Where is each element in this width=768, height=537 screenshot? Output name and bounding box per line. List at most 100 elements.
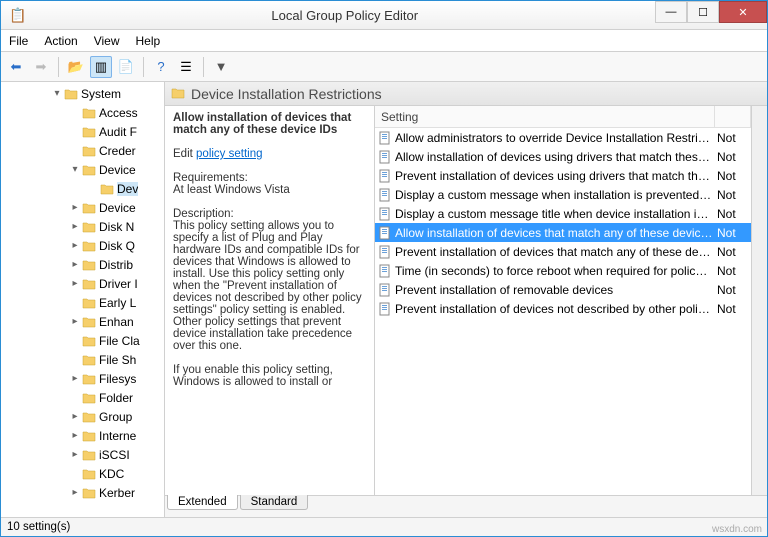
menu-file[interactable]: File bbox=[9, 34, 28, 48]
tree-item[interactable]: File Cla bbox=[1, 331, 164, 350]
tree-item[interactable]: ▸Device bbox=[1, 198, 164, 217]
tree-item[interactable]: Creder bbox=[1, 141, 164, 160]
policy-icon bbox=[375, 169, 395, 183]
expand-icon[interactable]: ▸ bbox=[69, 278, 81, 289]
policy-setting-link[interactable]: policy setting bbox=[196, 148, 262, 160]
expand-icon[interactable]: ▸ bbox=[69, 240, 81, 251]
description-label: Description: bbox=[173, 208, 234, 220]
list-row[interactable]: Display a custom message when installati… bbox=[375, 185, 751, 204]
tree-item-label: Enhan bbox=[99, 315, 134, 329]
list-row[interactable]: Allow installation of devices using driv… bbox=[375, 147, 751, 166]
folder-icon bbox=[81, 202, 97, 214]
expand-icon[interactable]: ▸ bbox=[69, 449, 81, 460]
folder-icon bbox=[81, 487, 97, 499]
tree-item-label: Folder bbox=[99, 391, 133, 405]
list-row[interactable]: Display a custom message title when devi… bbox=[375, 204, 751, 223]
expand-icon[interactable]: ▸ bbox=[69, 373, 81, 384]
window-title: Local Group Policy Editor bbox=[34, 8, 655, 23]
list-row[interactable]: Prevent installation of devices using dr… bbox=[375, 166, 751, 185]
tree-item[interactable]: File Sh bbox=[1, 350, 164, 369]
expand-icon[interactable]: ▾ bbox=[69, 164, 81, 175]
up-button[interactable]: 📂 bbox=[65, 56, 87, 78]
list-row[interactable]: Allow installation of devices that match… bbox=[375, 223, 751, 242]
setting-name: Allow administrators to override Device … bbox=[395, 131, 717, 145]
policy-icon bbox=[375, 188, 395, 202]
tree-item[interactable]: ▸Driver I bbox=[1, 274, 164, 293]
close-button[interactable]: ✕ bbox=[719, 1, 767, 23]
tree-item[interactable]: ▸Kerber bbox=[1, 483, 164, 502]
folder-icon bbox=[81, 126, 97, 138]
tree-item[interactable]: ▸ iSCSI bbox=[1, 445, 164, 464]
tree-item[interactable]: ▸Disk N bbox=[1, 217, 164, 236]
tabs: Extended Standard bbox=[165, 495, 767, 517]
menu-help[interactable]: Help bbox=[136, 34, 161, 48]
tree-item[interactable]: Early L bbox=[1, 293, 164, 312]
column-setting[interactable]: Setting bbox=[375, 106, 715, 127]
tree-item[interactable]: ▸Disk Q bbox=[1, 236, 164, 255]
tree-item[interactable]: ▸ Distrib bbox=[1, 255, 164, 274]
list-row[interactable]: Prevent installation of devices that mat… bbox=[375, 242, 751, 261]
scrollbar[interactable] bbox=[751, 106, 767, 495]
list-body[interactable]: Allow administrators to override Device … bbox=[375, 128, 751, 318]
menu-view[interactable]: View bbox=[94, 34, 120, 48]
back-button[interactable]: ⬅ bbox=[5, 56, 27, 78]
tree-item-label: Distrib bbox=[99, 258, 133, 272]
list-row[interactable]: Time (in seconds) to force reboot when r… bbox=[375, 261, 751, 280]
list-row[interactable]: Allow administrators to override Device … bbox=[375, 128, 751, 147]
tree-item[interactable]: Audit F bbox=[1, 122, 164, 141]
settings-list: Setting Allow administrators to override… bbox=[375, 106, 751, 495]
export-button[interactable]: 📄 bbox=[115, 56, 137, 78]
tree-item-system[interactable]: ▾System bbox=[1, 84, 164, 103]
policy-icon bbox=[375, 131, 395, 145]
expand-icon[interactable]: ▸ bbox=[69, 202, 81, 213]
expand-icon[interactable]: ▸ bbox=[69, 487, 81, 498]
tree-item[interactable]: ▸Group bbox=[1, 407, 164, 426]
statusbar: 10 setting(s) bbox=[1, 517, 767, 536]
column-state[interactable] bbox=[715, 106, 751, 127]
show-hide-tree-button[interactable]: ▥ bbox=[90, 56, 112, 78]
tree-item[interactable]: ▸ Enhan bbox=[1, 312, 164, 331]
expand-icon[interactable]: ▸ bbox=[69, 259, 81, 270]
policy-icon bbox=[375, 245, 395, 259]
tree-item-label: iSCSI bbox=[99, 448, 130, 462]
expand-icon[interactable]: ▸ bbox=[69, 430, 81, 441]
tree-item-label: File Cla bbox=[99, 334, 140, 348]
expand-icon[interactable]: ▸ bbox=[69, 316, 81, 327]
tree-item[interactable]: ▾Device bbox=[1, 160, 164, 179]
window-controls: — ☐ ✕ bbox=[655, 1, 767, 29]
separator bbox=[58, 57, 59, 77]
expand-icon[interactable]: ▸ bbox=[69, 221, 81, 232]
expand-icon[interactable]: ▸ bbox=[69, 411, 81, 422]
minimize-button[interactable]: — bbox=[655, 1, 687, 23]
list-row[interactable]: Prevent installation of removable device… bbox=[375, 280, 751, 299]
policy-icon bbox=[375, 207, 395, 221]
tab-extended[interactable]: Extended bbox=[167, 495, 238, 510]
setting-name: Prevent installation of devices not desc… bbox=[395, 302, 717, 316]
menu-action[interactable]: Action bbox=[44, 34, 77, 48]
policy-title: Allow installation of devices that match… bbox=[173, 112, 351, 136]
tree-pane[interactable]: ▾SystemAccess Audit F Creder▾DeviceDev▸Dev… bbox=[1, 82, 165, 517]
tree-item[interactable]: ▸Interne bbox=[1, 426, 164, 445]
folder-icon bbox=[81, 411, 97, 423]
help-button[interactable]: ? bbox=[150, 56, 172, 78]
maximize-button[interactable]: ☐ bbox=[687, 1, 719, 23]
tree-item[interactable]: Access bbox=[1, 103, 164, 122]
tree-item[interactable]: ▸Filesys bbox=[1, 369, 164, 388]
tab-standard[interactable]: Standard bbox=[240, 495, 309, 510]
separator bbox=[143, 57, 144, 77]
filter-button[interactable]: ▼ bbox=[210, 56, 232, 78]
folder-icon bbox=[81, 164, 97, 176]
forward-button[interactable]: ➡ bbox=[30, 56, 52, 78]
list-header[interactable]: Setting bbox=[375, 106, 751, 128]
folder-icon bbox=[81, 392, 97, 404]
tree-item[interactable]: Folder bbox=[1, 388, 164, 407]
folder-icon bbox=[81, 145, 97, 157]
tree-item[interactable]: Dev bbox=[1, 179, 164, 198]
watermark: wsxdn.com bbox=[712, 524, 762, 535]
list-row[interactable]: Prevent installation of devices not desc… bbox=[375, 299, 751, 318]
tree-item-label: Audit F bbox=[99, 125, 137, 139]
folder-icon bbox=[81, 373, 97, 385]
properties-button[interactable]: ☰ bbox=[175, 56, 197, 78]
setting-state: Not bbox=[717, 207, 751, 221]
tree-item[interactable]: KDC bbox=[1, 464, 164, 483]
